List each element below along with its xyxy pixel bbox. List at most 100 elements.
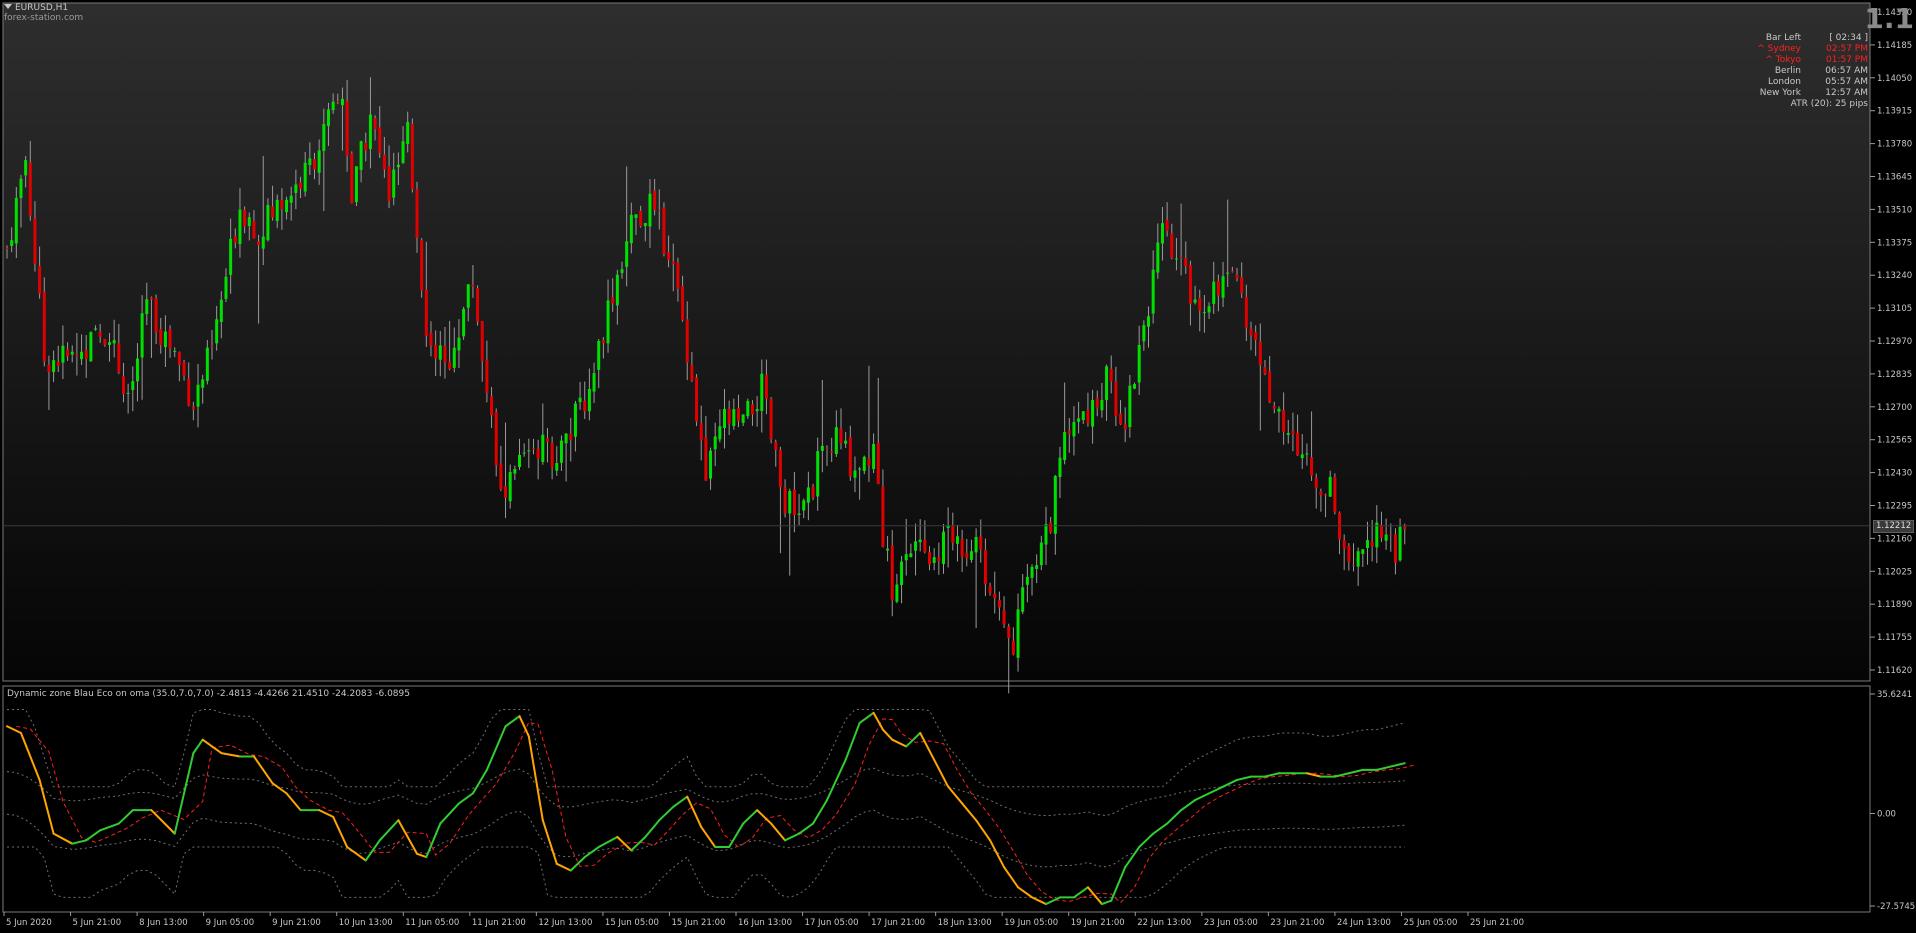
candle-body [406,121,410,145]
candle-body [1328,476,1332,497]
candle-body [224,276,228,299]
time-axis[interactable]: 5 Jun 2020 5 Jun 21:00 8 Jun 13:00 9 Jun 05… [3,912,1524,928]
candle-body [1016,609,1020,658]
candle-body [1365,540,1369,549]
candle-body [1291,430,1295,435]
price-tick-label: 1.11755 [1877,633,1912,643]
time-tick-label: 12 Jun 13:00 [538,918,592,928]
candle-body [452,347,456,368]
candle-body [1072,422,1076,437]
candle-body [1077,418,1081,422]
indicator-tick-label: 0.00 [1877,810,1896,820]
candle-body [485,359,489,394]
candle-body [601,340,605,344]
candle-body [1184,258,1188,267]
candle-body [504,485,508,498]
candle-body [844,440,848,444]
candle-body [788,490,792,514]
candle-body [289,195,293,203]
candle-body [518,454,522,468]
candle-body [941,531,945,564]
candle-body [14,197,18,244]
candle-body [886,548,890,551]
session-value: 02:57 PM [1826,44,1868,54]
candle-body [937,557,941,562]
candle-body [993,593,997,599]
candle-body [816,451,820,497]
candle-body [848,437,852,477]
candle-body [1240,277,1244,294]
candle-body [699,423,703,441]
candle-body [1193,299,1197,303]
time-tick-label: 9 Jun 21:00 [272,918,321,928]
candle-body [66,349,70,357]
time-tick-label: 15 Jun 21:00 [671,918,725,928]
candle-body [713,436,717,450]
candle-body [1263,366,1267,374]
candle-body [299,182,303,189]
candle-body [755,409,759,412]
candle-body [974,536,978,553]
candle-body [881,486,885,547]
candle-body [499,463,503,490]
candle-body [736,407,740,422]
session-panel: Bar Left [ 02:34 ] ^ Sydney 02:57 PM ^ Tok… [1752,33,1868,110]
candle-body [615,274,619,306]
indicator-panel[interactable] [2,685,1871,913]
candle-body [415,189,419,238]
candle-body [583,400,587,412]
candle-body [159,329,163,346]
candle-body [1025,576,1029,585]
candle-body [1160,223,1164,244]
candle-body [191,406,195,410]
candle-body [1244,296,1248,328]
candle-body [345,100,349,156]
candle-body [606,300,610,344]
indicator-tick-label: -27.5745 [1877,902,1915,912]
time-tick-label: 5 Jun 2020 [6,918,52,928]
candle-body [466,284,470,308]
candle-body [280,199,284,210]
session-row: ^ Tokyo 01:57 PM [1752,55,1868,66]
candle-body [401,141,405,163]
price-tick-label: 1.13375 [1877,238,1912,248]
candle-body [80,351,84,360]
candle-body [778,449,782,488]
candle-body [979,536,983,550]
candle-body [84,350,88,359]
candle-body [695,377,699,422]
time-tick-label: 25 Jun 21:00 [1470,918,1524,928]
candle-body [229,238,233,275]
price-panel[interactable] [2,2,1871,682]
candle-body [704,437,708,481]
candle-body [1254,331,1258,341]
price-tick-label: 1.13645 [1877,173,1912,183]
candle-body [266,205,270,241]
time-tick-label: 10 Jun 13:00 [339,918,393,928]
candle-body [1324,494,1328,496]
candle-body [326,109,330,127]
candle-body [983,550,987,585]
time-tick-label: 9 Jun 05:00 [206,918,255,928]
dropdown-triangle-icon[interactable] [4,4,12,9]
time-tick-label: 19 Jun 21:00 [1071,918,1125,928]
price-tick-label: 1.12295 [1877,502,1912,512]
candle-body [1202,312,1206,314]
symbol-title[interactable]: EURUSD,H1 [4,3,68,13]
candle-body [117,343,121,373]
candle-body [243,209,247,227]
candle-body [969,551,973,560]
candle-body [513,469,517,474]
candle-body [718,426,722,440]
candle-body [1011,640,1015,655]
candle-body [1086,410,1090,424]
candle-body [1370,541,1374,547]
candle-body [904,554,908,561]
candle-body [1119,413,1123,425]
time-tick-label: 11 Jun 05:00 [405,918,459,928]
candle-body [1277,408,1281,412]
candle-body [592,373,596,392]
candle-body [75,354,79,357]
candle-body [1002,610,1006,625]
candle-body [1081,411,1085,421]
